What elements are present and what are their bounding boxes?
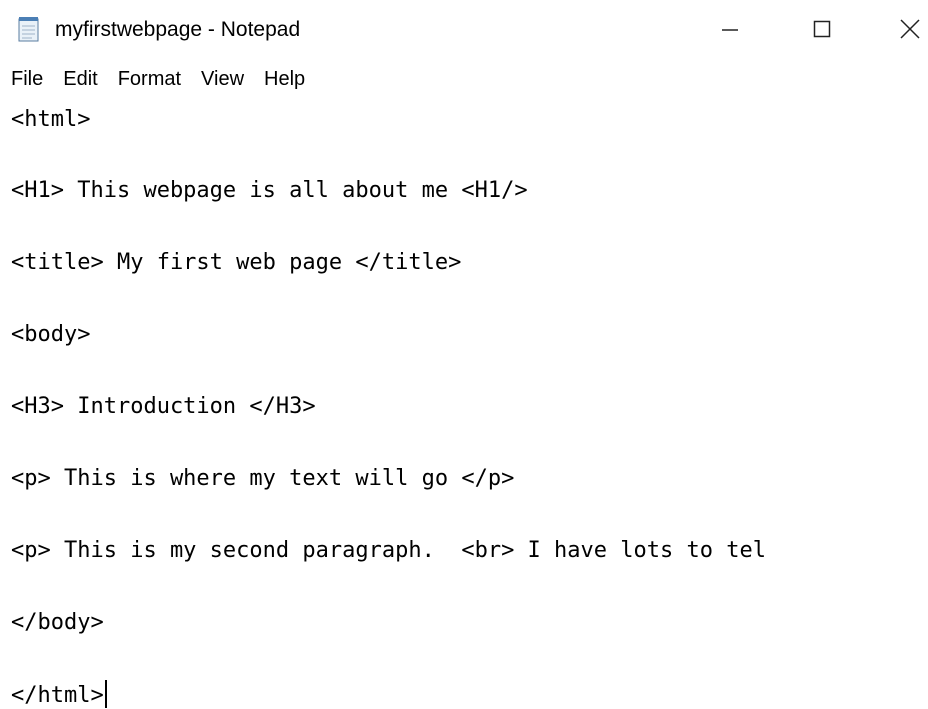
editor-line-9: </html> <box>11 680 107 709</box>
text-editor-area[interactable]: <html> <H1> This webpage is all about me… <box>0 96 928 709</box>
editor-line-9-text: </html> <box>11 683 104 708</box>
editor-line-7: <p> This is my second paragraph. <br> I … <box>11 538 766 563</box>
notepad-icon <box>18 16 40 42</box>
editor-line-1: <html> <box>11 107 91 132</box>
menu-help[interactable]: Help <box>258 65 312 93</box>
editor-line-6: <p> This is where my text will go </p> <box>11 466 515 491</box>
editor-line-4: <body> <box>11 322 91 347</box>
editor-line-8: </body> <box>11 610 104 635</box>
editor-line-5: <H3> Introduction </H3> <box>11 394 316 419</box>
window-title: myfirstwebpage - Notepad <box>55 18 301 41</box>
editor-line-3: <title> My first web page </title> <box>11 250 462 275</box>
menu-format[interactable]: Format <box>112 65 188 93</box>
notepad-window: myfirstwebpage - Notepad File Edit Forma… <box>0 0 928 709</box>
text-caret <box>104 680 107 708</box>
maximize-icon <box>812 19 832 44</box>
menu-file[interactable]: File <box>5 65 50 93</box>
editor-line-2: <H1> This webpage is all about me <H1/> <box>11 178 528 203</box>
menu-bar: File Edit Format View Help <box>0 62 928 96</box>
menu-view[interactable]: View <box>195 65 251 93</box>
menu-edit[interactable]: Edit <box>57 65 104 93</box>
title-bar[interactable]: myfirstwebpage - Notepad <box>0 0 928 62</box>
maximize-button[interactable] <box>792 6 852 56</box>
close-button[interactable] <box>880 6 928 56</box>
minimize-button[interactable] <box>700 6 760 56</box>
minimize-icon <box>720 19 740 44</box>
close-icon <box>899 18 921 45</box>
